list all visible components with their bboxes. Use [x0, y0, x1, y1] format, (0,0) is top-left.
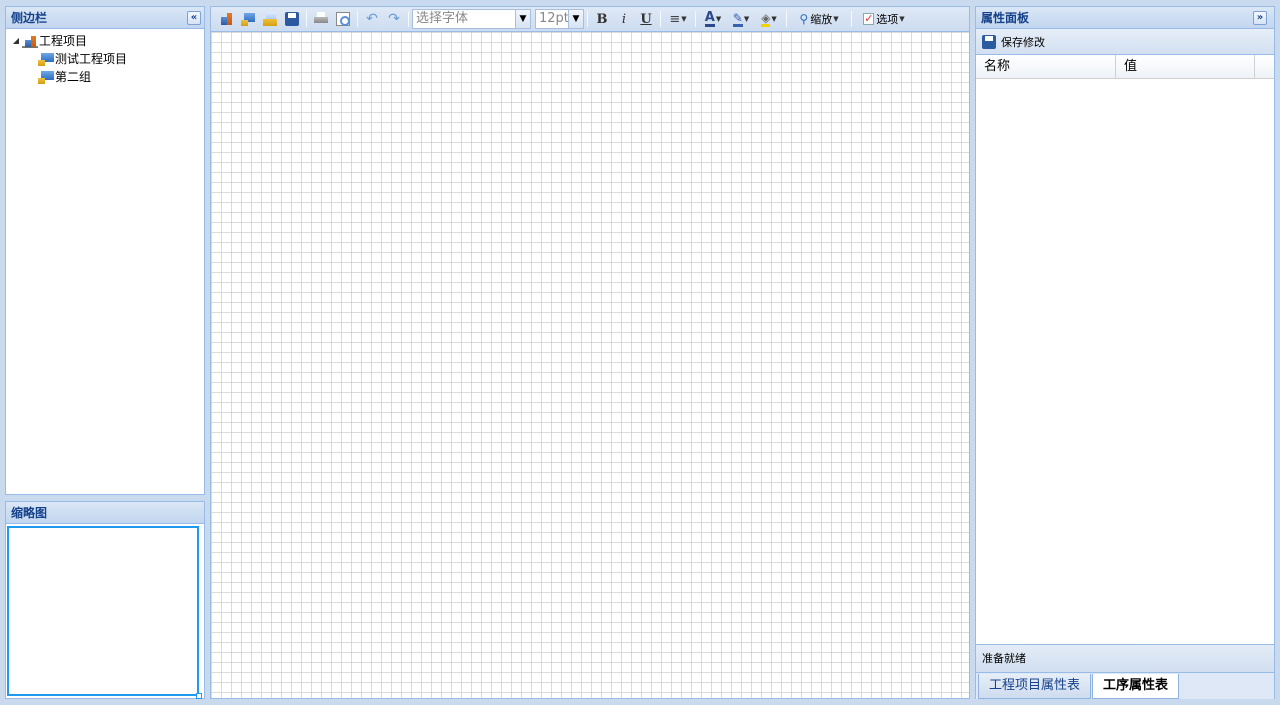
options-label: 选项 [876, 13, 899, 26]
column-header-value[interactable]: 值 [1116, 55, 1255, 78]
collapse-icon[interactable]: « [187, 11, 201, 25]
thumbnail-header: 缩略图 [6, 502, 204, 524]
save-icon [285, 12, 299, 26]
tab-project-properties[interactable]: 工程项目属性表 [978, 674, 1092, 699]
magnifier-icon: ⚲ [799, 12, 809, 26]
italic-icon: i [621, 11, 627, 27]
properties-panel: 属性面板 » 保存修改 名称 值 准备就绪 工程项目属性表 工序属性表 [975, 6, 1275, 699]
toolbar-separator [408, 11, 409, 27]
group-icon [241, 12, 255, 26]
editor-toolbar: ↶ ↷ 选择字体 ▼ 12pt ▼ B i U ≡ ▼ A ▼ ✎ ▼ ◈ ▼ ⚲ 缩放 ▼… [211, 7, 969, 32]
print-preview-icon [336, 12, 350, 26]
sidebar-panel: 侧边栏 « ◢ 工程项目 测试工程项目 第二组 [5, 6, 205, 495]
toolbar-separator [587, 11, 588, 27]
underline-icon: U [640, 11, 652, 27]
undo-button[interactable]: ↶ [361, 9, 383, 29]
font-family-select[interactable]: 选择字体 ▼ [412, 9, 531, 29]
italic-button[interactable]: i [613, 9, 635, 29]
project-icon [22, 34, 38, 48]
tree-node-label: 测试工程项目 [55, 52, 128, 66]
project-tree: ◢ 工程项目 测试工程项目 第二组 [6, 29, 204, 86]
editor-panel: ↶ ↷ 选择字体 ▼ 12pt ▼ B i U ≡ ▼ A ▼ ✎ ▼ ◈ ▼ ⚲ 缩放 ▼… [210, 6, 970, 699]
group-icon [38, 52, 54, 66]
new-group-button[interactable] [237, 9, 259, 29]
toolbar-separator [851, 11, 852, 27]
new-project-button[interactable] [215, 9, 237, 29]
thumbnail-title: 缩略图 [11, 506, 48, 520]
properties-title: 属性面板 [981, 11, 1030, 25]
expand-arrow-icon[interactable]: ◢ [10, 32, 22, 50]
chevron-down-icon: ▼ [715, 15, 722, 23]
options-button[interactable]: ✓ 选项 ▼ [855, 9, 913, 29]
chevron-down-icon: ▼ [771, 15, 777, 23]
property-grid-header: 名称 值 [976, 55, 1274, 79]
chevron-down-icon: ▼ [568, 10, 583, 28]
undo-icon: ↶ [366, 11, 378, 27]
highlight-color-button[interactable]: ✎ ▼ [727, 9, 755, 29]
align-left-icon: ≡ [669, 11, 681, 27]
print-icon [314, 12, 328, 26]
sidebar-title: 侧边栏 [11, 11, 48, 25]
font-color-icon: A [704, 9, 715, 27]
chevron-down-icon: ▼ [833, 15, 839, 23]
toolbar-separator [695, 11, 696, 27]
status-bar: 准备就绪 [976, 644, 1274, 672]
font-family-value: 选择字体 [416, 11, 469, 26]
fill-color-button[interactable]: ◈ ▼ [755, 9, 783, 29]
column-header-name[interactable]: 名称 [976, 55, 1116, 78]
chevron-down-icon: ▼ [515, 10, 530, 28]
properties-header: 属性面板 » [976, 7, 1274, 29]
design-canvas[interactable] [211, 32, 969, 698]
save-changes-button[interactable]: 保存修改 [1001, 34, 1045, 50]
toolbar-separator [660, 11, 661, 27]
font-color-button[interactable]: A ▼ [699, 9, 727, 29]
checklist-icon: ✓ [863, 12, 875, 25]
thumbnail-panel: 缩略图 [5, 501, 205, 699]
tree-node-root[interactable]: ◢ 工程项目 [10, 32, 204, 50]
tree-node-label: 第二组 [55, 70, 92, 84]
tree-node-child[interactable]: 第二组 [10, 68, 204, 86]
font-size-select[interactable]: 12pt ▼ [535, 9, 584, 29]
thumbnail-viewport[interactable] [7, 526, 202, 699]
save-icon [982, 34, 996, 49]
bold-icon: B [596, 11, 608, 27]
chevron-down-icon: ▼ [681, 15, 687, 23]
print-preview-button[interactable] [332, 9, 354, 29]
status-text: 准备就绪 [982, 652, 1026, 665]
tree-node-child[interactable]: 测试工程项目 [10, 50, 204, 68]
toolbar-separator [306, 11, 307, 27]
viewport-resize-handle[interactable] [196, 693, 202, 699]
align-button[interactable]: ≡ ▼ [664, 9, 692, 29]
expand-icon[interactable]: » [1253, 11, 1267, 25]
chevron-down-icon: ▼ [899, 15, 905, 23]
pen-icon: ✎ [732, 10, 743, 27]
redo-icon: ↷ [388, 11, 400, 27]
tab-process-properties[interactable]: 工序属性表 [1092, 674, 1180, 699]
underline-button[interactable]: U [635, 9, 657, 29]
group-icon [38, 70, 54, 84]
tree-node-label: 工程项目 [39, 34, 88, 48]
redo-button[interactable]: ↷ [383, 9, 405, 29]
toolbar-separator [786, 11, 787, 27]
font-size-value: 12pt [539, 11, 569, 26]
import-button[interactable] [259, 9, 281, 29]
bold-button[interactable]: B [591, 9, 613, 29]
properties-tab-strip: 工程项目属性表 工序属性表 [976, 672, 1274, 699]
project-icon [219, 12, 233, 26]
toolbar-separator [357, 11, 358, 27]
sidebar-header: 侧边栏 « [6, 7, 204, 29]
zoom-button[interactable]: ⚲ 缩放 ▼ [790, 9, 848, 29]
properties-toolbar: 保存修改 [976, 29, 1274, 55]
paint-bucket-icon: ◈ [761, 10, 771, 27]
import-icon [263, 12, 277, 26]
chevron-down-icon: ▼ [743, 15, 750, 23]
print-button[interactable] [310, 9, 332, 29]
zoom-label: 缩放 [810, 13, 833, 26]
save-button[interactable] [281, 9, 303, 29]
